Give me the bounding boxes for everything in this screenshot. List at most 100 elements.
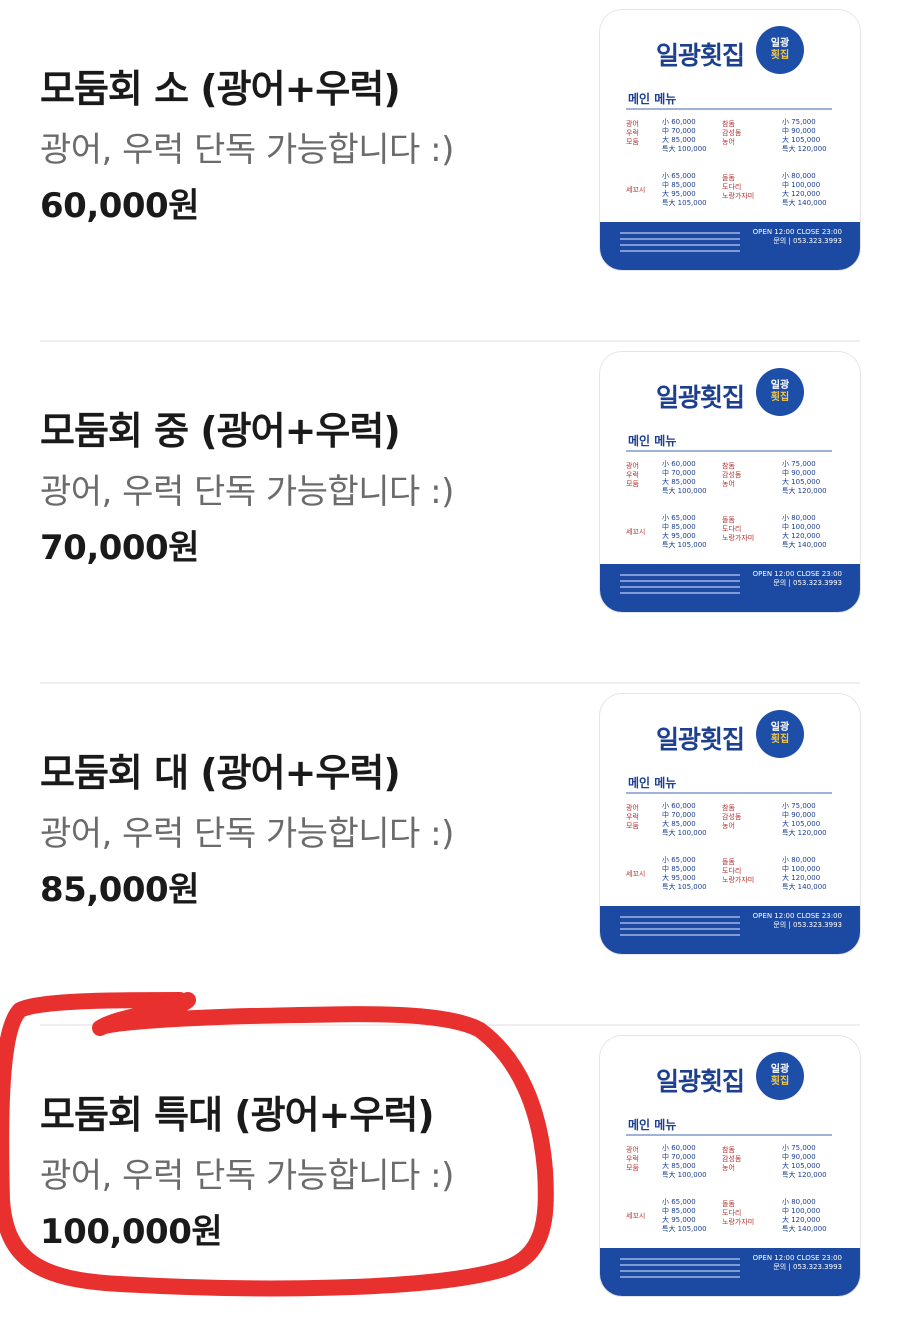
thumb-price: 특大 105,000 — [662, 199, 707, 207]
thumb-label: 참돔 — [722, 462, 735, 470]
menu-thumbnail[interactable]: 일광횟집 일광 횟집 메인 메뉴 광어 우럭 모둠 小 60,000 中 70,… — [600, 352, 860, 612]
brand-name: 일광횟집 — [656, 383, 745, 412]
logo-text-bottom: 횟집 — [770, 50, 790, 61]
thumb-label: 농어 — [722, 138, 735, 146]
thumb-footer-notes — [620, 916, 740, 918]
thumb-label: 모둠 — [626, 1164, 639, 1172]
thumb-label: 모둠 — [626, 480, 639, 488]
item-price: 85,000원 — [40, 870, 199, 910]
thumb-label: 감성돔 — [722, 1155, 742, 1163]
thumb-price: 中 100,000 — [782, 1207, 821, 1215]
thumb-price: 中 70,000 — [662, 127, 696, 135]
brand-logo: 일광 횟집 — [756, 26, 804, 74]
thumb-label: 돌돔 — [722, 1200, 735, 1208]
thumb-label: 모둠 — [626, 822, 639, 830]
thumb-label: 감성돔 — [722, 129, 742, 137]
thumb-price: 中 70,000 — [662, 469, 696, 477]
thumb-label: 참돔 — [722, 804, 735, 812]
thumb-price: 특大 140,000 — [782, 199, 827, 207]
menu-item[interactable]: 모둠회 특대 (광어+우럭) 광어, 우럭 단독 가능합니다 :) 100,00… — [40, 1026, 860, 1333]
thumb-price: 大 85,000 — [662, 1162, 696, 1170]
thumb-price: 小 60,000 — [662, 460, 696, 468]
brand-logo: 일광 횟집 — [756, 1052, 804, 1100]
thumb-footer-notes — [620, 574, 740, 576]
thumb-hours: OPEN 12:00 CLOSE 23:00 문의 | 053.323.3993 — [753, 570, 842, 588]
menu-item[interactable]: 모둠회 소 (광어+우럭) 광어, 우럭 단독 가능합니다 :) 60,000원… — [40, 0, 860, 342]
brand-logo: 일광 횟집 — [756, 710, 804, 758]
menu-item[interactable]: 모둠회 대 (광어+우럭) 광어, 우럭 단독 가능합니다 :) 85,000원… — [40, 684, 860, 1026]
thumb-label: 노랑가자미 — [722, 534, 755, 542]
menu-thumbnail[interactable]: 일광횟집 일광 횟집 메인 메뉴 광어 우럭 모둠 小 60,000 中 70,… — [600, 694, 860, 954]
thumb-open-hours: OPEN 12:00 CLOSE 23:00 — [752, 1254, 842, 1262]
item-description: 광어, 우럭 단독 가능합니다 :) — [40, 130, 454, 170]
item-name: 모둠회 대 (광어+우럭) — [40, 751, 401, 795]
logo-text-bottom: 횟집 — [770, 392, 790, 403]
thumb-label: 노랑가자미 — [722, 1218, 755, 1226]
thumb-price: 특大 100,000 — [662, 487, 707, 495]
thumb-price: 中 90,000 — [782, 127, 816, 135]
thumb-price: 大 120,000 — [782, 874, 821, 882]
thumb-price: 小 75,000 — [782, 118, 816, 126]
thumb-hours: OPEN 12:00 CLOSE 23:00 문의 | 053.323.3993 — [753, 1254, 842, 1272]
thumb-price: 大 95,000 — [662, 532, 696, 540]
thumb-label: 세꼬시 — [626, 528, 646, 536]
thumb-footer: OPEN 12:00 CLOSE 23:00 문의 | 053.323.3993 — [600, 906, 860, 954]
thumb-menu-heading: 메인 메뉴 — [628, 92, 677, 106]
thumb-label: 노랑가자미 — [722, 192, 755, 200]
logo-text-top: 일광 — [770, 1064, 790, 1075]
logo-text-top: 일광 — [770, 380, 790, 391]
item-description: 광어, 우럭 단독 가능합니다 :) — [40, 814, 454, 854]
logo-text-bottom: 횟집 — [770, 1076, 790, 1087]
thumb-price: 특大 100,000 — [662, 1171, 707, 1179]
thumb-label: 참돔 — [722, 120, 735, 128]
thumb-open-hours: OPEN 12:00 CLOSE 23:00 — [752, 228, 842, 236]
thumb-price: 中 85,000 — [662, 181, 696, 189]
thumb-footer: OPEN 12:00 CLOSE 23:00 문의 | 053.323.3993 — [600, 1248, 860, 1296]
thumb-divider — [626, 450, 832, 452]
thumb-label: 도다리 — [722, 183, 742, 191]
thumb-price: 大 105,000 — [782, 820, 821, 828]
thumb-footer: OPEN 12:00 CLOSE 23:00 문의 | 053.323.3993 — [600, 222, 860, 270]
item-name: 모둠회 중 (광어+우럭) — [40, 409, 401, 453]
thumb-phone: 문의 | 053.323.3993 — [773, 1263, 842, 1271]
thumb-price: 특大 105,000 — [662, 883, 707, 891]
thumb-footer-notes — [620, 1258, 740, 1260]
thumb-price: 大 120,000 — [782, 190, 821, 198]
thumb-label: 광어 — [626, 120, 639, 128]
thumb-label: 광어 — [626, 804, 639, 812]
thumb-price: 中 85,000 — [662, 523, 696, 531]
item-name: 모둠회 특대 (광어+우럭) — [40, 1093, 435, 1137]
thumb-label: 농어 — [722, 480, 735, 488]
thumb-phone: 문의 | 053.323.3993 — [773, 237, 842, 245]
thumb-price: 中 70,000 — [662, 811, 696, 819]
thumb-price: 大 95,000 — [662, 190, 696, 198]
thumb-label: 세꼬시 — [626, 1212, 646, 1220]
menu-item[interactable]: 모둠회 중 (광어+우럭) 광어, 우럭 단독 가능합니다 :) 70,000원… — [40, 342, 860, 684]
thumb-label: 노랑가자미 — [722, 876, 755, 884]
thumb-label: 감성돔 — [722, 471, 742, 479]
brand-name: 일광횟집 — [656, 725, 745, 754]
thumb-label: 도다리 — [722, 525, 742, 533]
thumb-price: 특大 140,000 — [782, 883, 827, 891]
thumb-label: 우럭 — [626, 471, 639, 479]
thumb-price: 특大 140,000 — [782, 1225, 827, 1233]
thumb-price: 특大 100,000 — [662, 145, 707, 153]
logo-text-top: 일광 — [770, 722, 790, 733]
item-description: 광어, 우럭 단독 가능합니다 :) — [40, 472, 454, 512]
menu-thumbnail[interactable]: 일광횟집 일광 횟집 메인 메뉴 광어 우럭 모둠 小 60,000 中 70,… — [600, 10, 860, 270]
thumb-price: 小 80,000 — [782, 1198, 816, 1206]
thumb-price: 大 120,000 — [782, 1216, 821, 1224]
thumb-label: 우럭 — [626, 1155, 639, 1163]
item-price: 70,000원 — [40, 528, 199, 568]
thumb-label: 광어 — [626, 462, 639, 470]
thumb-price: 小 65,000 — [662, 172, 696, 180]
item-description: 광어, 우럭 단독 가능합니다 :) — [40, 1156, 454, 1196]
menu-thumbnail[interactable]: 일광횟집 일광 횟집 메인 메뉴 광어 우럭 모둠 小 60,000 中 70,… — [600, 1036, 860, 1296]
thumb-divider — [626, 1134, 832, 1136]
thumb-price: 大 95,000 — [662, 1216, 696, 1224]
thumb-price: 小 60,000 — [662, 118, 696, 126]
thumb-price: 中 100,000 — [782, 523, 821, 531]
thumb-label: 도다리 — [722, 867, 742, 875]
thumb-label: 우럭 — [626, 129, 639, 137]
thumb-price: 大 105,000 — [782, 1162, 821, 1170]
